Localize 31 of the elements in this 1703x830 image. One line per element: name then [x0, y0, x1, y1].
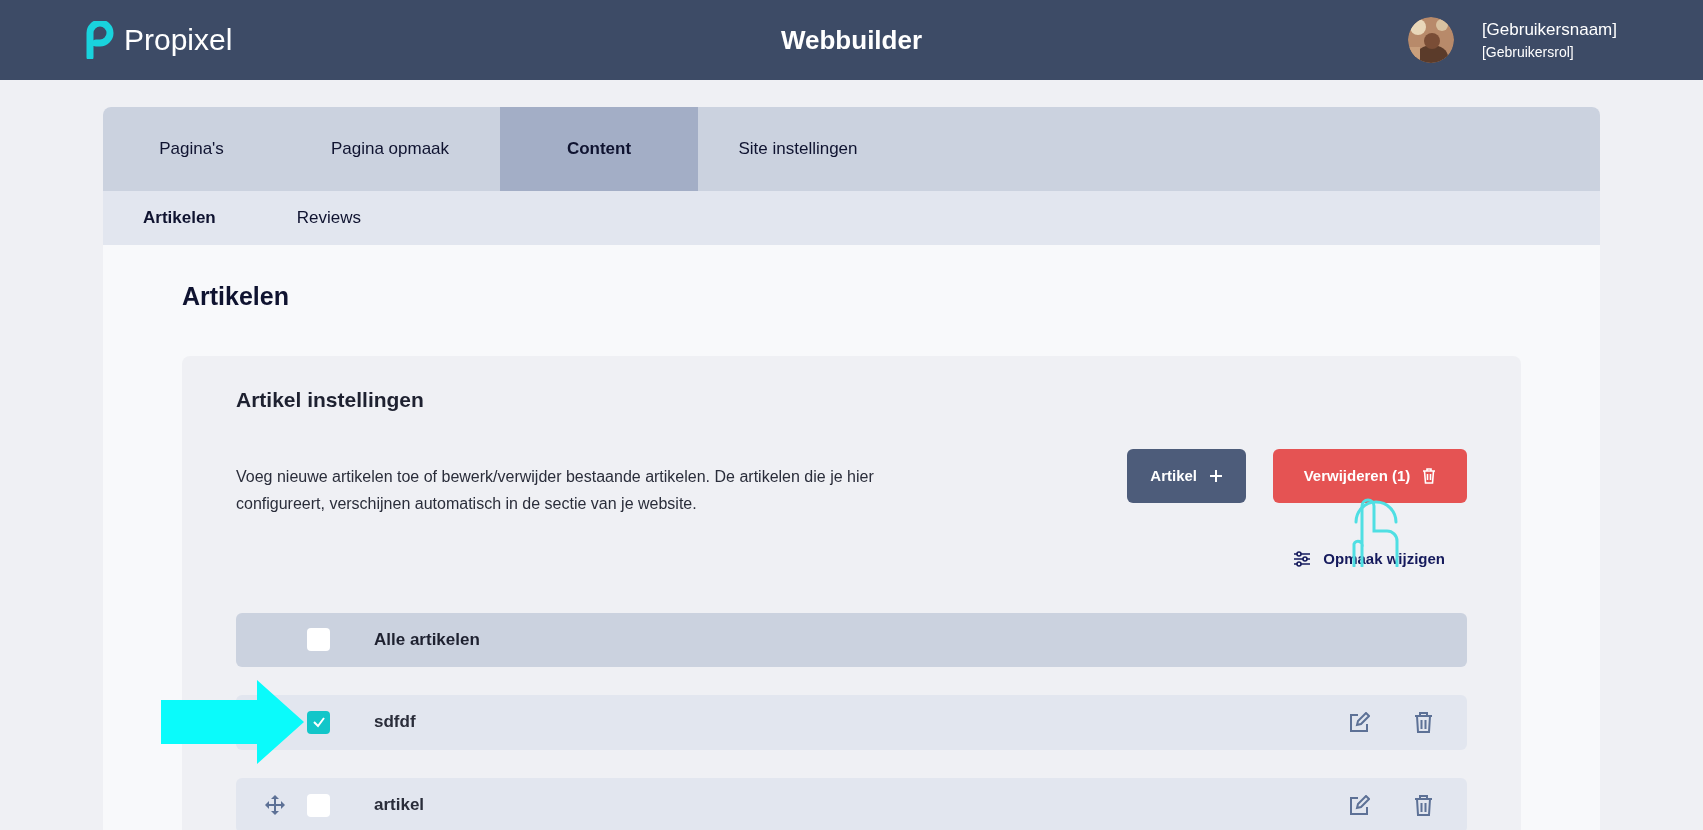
page-heading: Artikelen — [182, 281, 290, 312]
trash-icon[interactable] — [1414, 711, 1433, 733]
article-title: sdfdf — [374, 711, 417, 734]
nav-tab[interactable]: Pagina opmaak — [280, 107, 500, 191]
row-checkbox[interactable] — [307, 710, 330, 734]
check-icon — [311, 716, 326, 728]
sliders-icon — [1293, 551, 1312, 568]
add-article-button[interactable]: Artikel — [1127, 449, 1246, 503]
panel-title: Artikel instellingen — [236, 386, 425, 413]
panel-description: Voeg nieuwe artikelen toe of bewerk/verwijder bestaande artikelen. De artikelen die je hier configureert, verschijnen automatisch in de sectie van je website. — [236, 467, 875, 514]
select-all-checkbox[interactable] — [307, 628, 330, 651]
nav-tab[interactable]: Pagina's — [103, 107, 280, 191]
trash-icon — [1422, 468, 1437, 484]
user-role: [Gebruikersrol] — [1481, 43, 1575, 63]
trash-icon[interactable] — [1414, 794, 1433, 816]
sub-tab[interactable]: Artikelen — [143, 191, 216, 245]
nav-tab[interactable]: Site instellingen — [698, 107, 898, 191]
edit-icon[interactable] — [1349, 711, 1370, 733]
app-title: Webbuilder — [780, 23, 923, 57]
logo-text: Propixel — [124, 25, 233, 55]
logo-icon — [86, 21, 116, 59]
edit-icon[interactable] — [1349, 794, 1370, 816]
column-header: Alle artikelen — [374, 628, 480, 651]
row-checkbox[interactable] — [307, 793, 330, 817]
plus-icon — [1209, 469, 1223, 483]
user-name: [Gebruikersnaam] — [1481, 18, 1617, 41]
article-title: artikel — [374, 794, 426, 817]
nav-tab[interactable]: Content — [500, 107, 698, 191]
delete-button[interactable]: Verwijderen (1) — [1273, 449, 1467, 503]
move-handle-icon[interactable] — [264, 794, 286, 816]
sub-tab[interactable]: Reviews — [296, 191, 361, 245]
